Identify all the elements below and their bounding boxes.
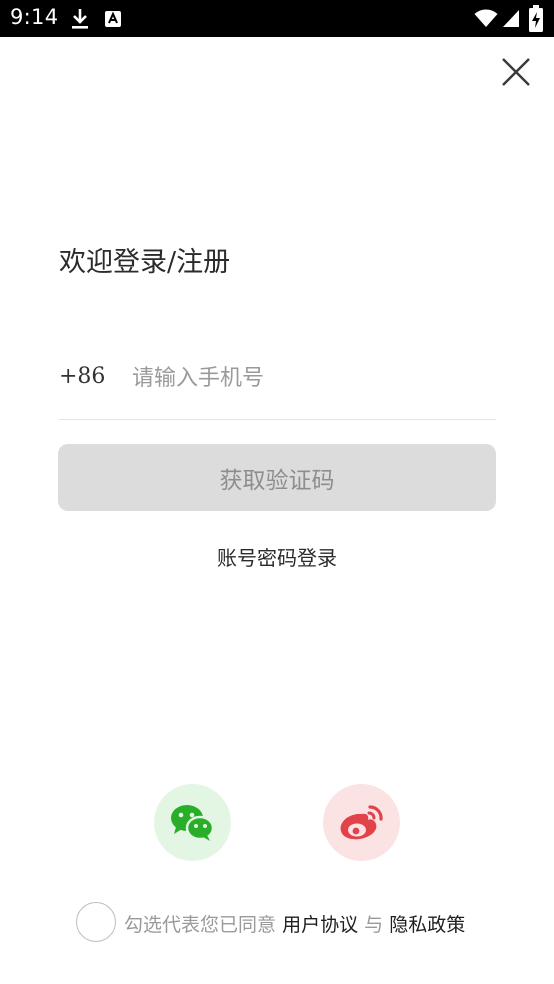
signal-icon	[502, 9, 520, 32]
wechat-icon	[171, 805, 215, 841]
font-a-icon	[104, 10, 122, 32]
password-login-link[interactable]: 账号密码登录	[0, 542, 554, 571]
user-agreement-link[interactable]: 用户协议	[282, 914, 358, 936]
get-verification-code-button[interactable]: 获取验证码	[58, 444, 496, 511]
download-icon	[70, 8, 90, 34]
phone-row: +86	[59, 356, 496, 420]
close-button[interactable]	[498, 54, 534, 90]
phone-input[interactable]	[132, 356, 492, 400]
status-bar: 9:14	[0, 0, 554, 37]
weibo-login-button[interactable]	[323, 784, 400, 861]
wifi-icon	[474, 9, 498, 32]
login-page: 9:14 欢迎登录/注册 +86 请输入手机号 获取验证码 账号密码登录 勾选代…	[0, 0, 554, 984]
close-icon	[502, 58, 530, 86]
weibo-icon	[340, 805, 383, 840]
page-title: 欢迎登录/注册	[59, 247, 231, 278]
agree-checkbox[interactable]	[76, 902, 116, 942]
wechat-login-button[interactable]	[154, 784, 231, 861]
privacy-policy-link[interactable]: 隐私政策	[389, 914, 465, 936]
country-code[interactable]: +86	[59, 364, 105, 389]
battery-charging-icon	[529, 5, 543, 36]
agreement-text: 勾选代表您已同意 用户协议 与 隐私政策	[124, 910, 465, 937]
agreement-prefix: 勾选代表您已同意	[124, 914, 277, 936]
status-time: 9:14	[10, 5, 59, 29]
agreement-conjunction: 与	[364, 914, 384, 936]
